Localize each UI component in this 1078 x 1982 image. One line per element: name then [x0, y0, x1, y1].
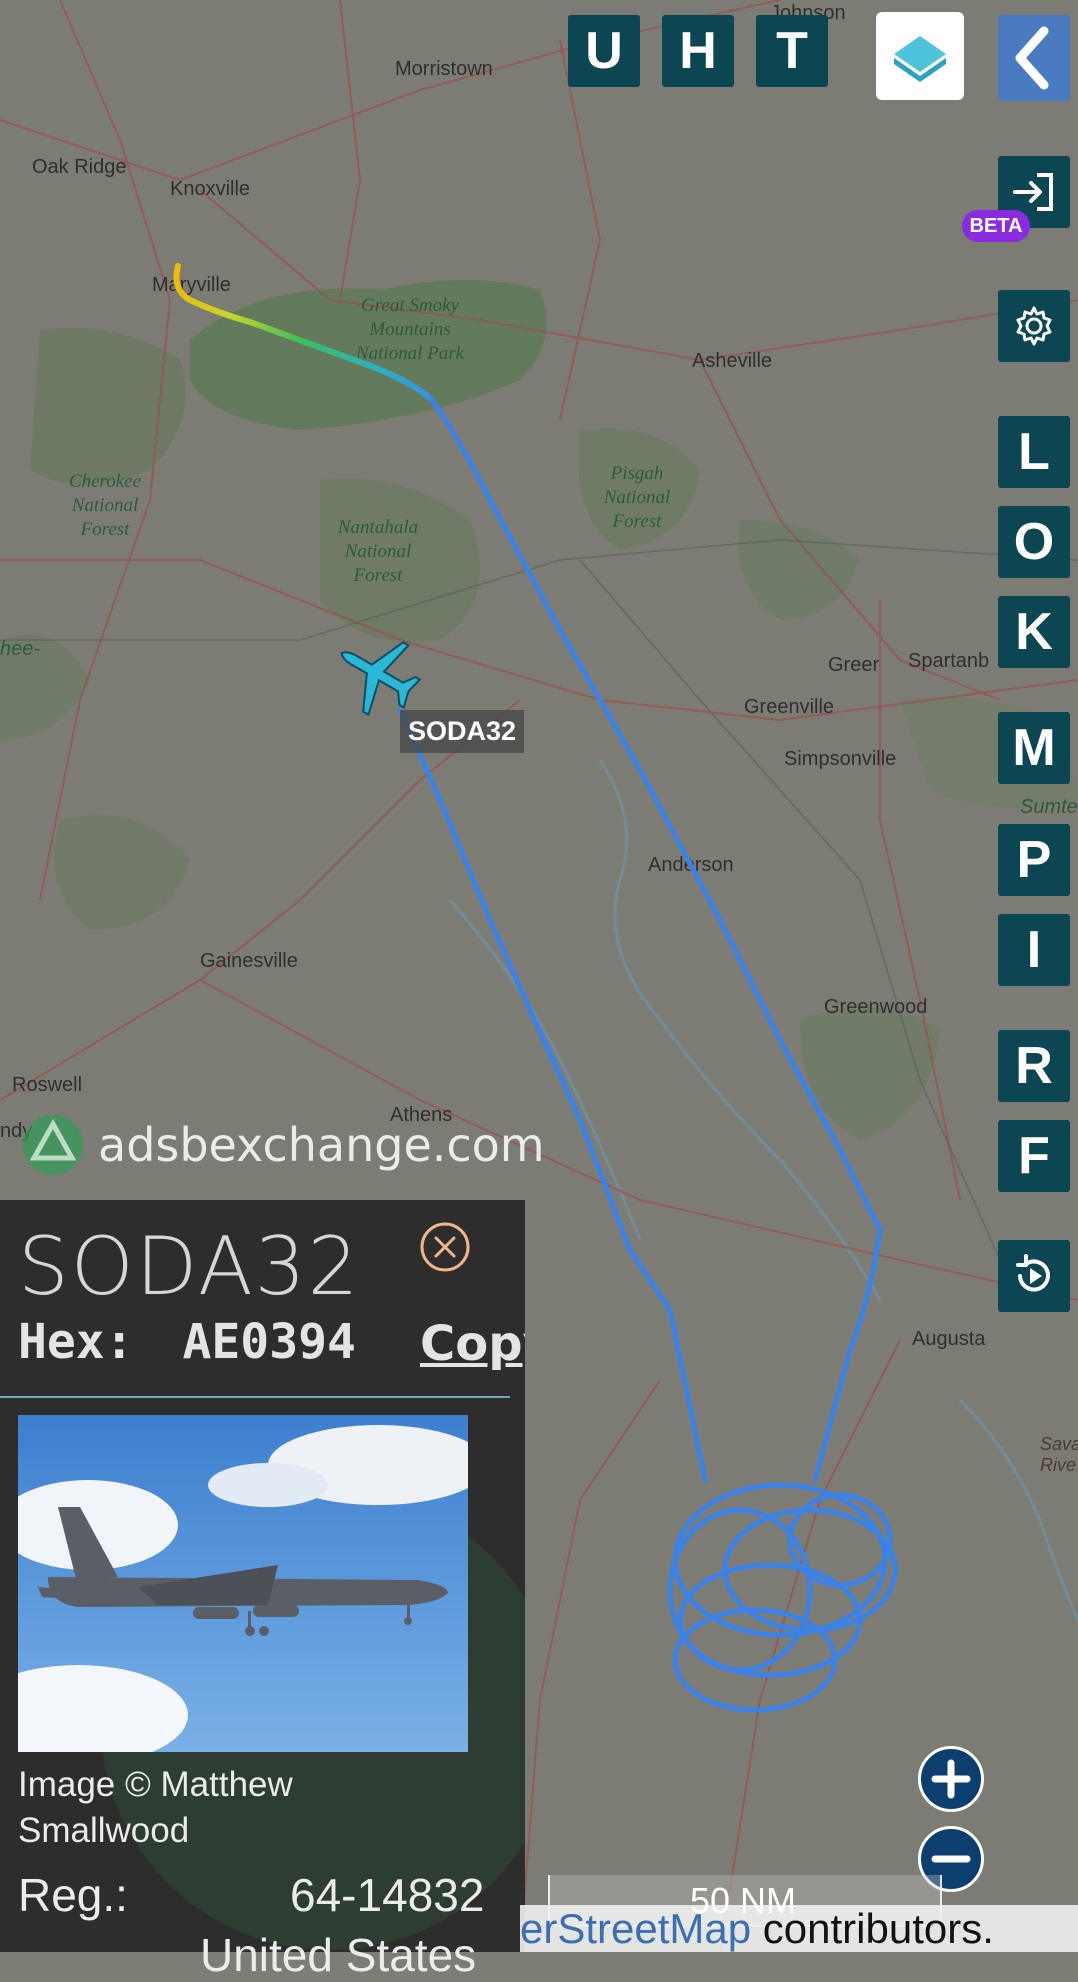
reg-label: Reg.: [18, 1869, 128, 1921]
toolbar-button-h[interactable]: H [662, 15, 734, 87]
toolbar-button-m[interactable]: M [998, 712, 1070, 784]
aircraft-photo[interactable] [18, 1415, 468, 1752]
panel-callsign: SODA32 [18, 1220, 361, 1313]
zoom-in-button[interactable] [918, 1746, 984, 1812]
layers-button[interactable] [876, 12, 964, 100]
beta-badge: BETA [962, 210, 1030, 242]
toolbar-button-k[interactable]: K [998, 596, 1070, 668]
zoom-in-icon [931, 1759, 971, 1799]
settings-button[interactable] [998, 290, 1070, 362]
toolbar-button-u[interactable]: U [568, 15, 640, 87]
toolbar-button-p[interactable]: P [998, 824, 1070, 896]
hex-row: Hex: AE0394 [18, 1314, 356, 1370]
panel-divider [0, 1396, 510, 1398]
toolbar-button-o[interactable]: O [998, 506, 1070, 578]
reg-value: 64-14832 [290, 1869, 485, 1921]
country-value: United States [200, 1929, 477, 1981]
replay-button[interactable] [998, 1240, 1070, 1312]
image-credit[interactable]: Image © Matthew Smallwood [18, 1762, 438, 1854]
replay-icon [1016, 1254, 1050, 1292]
aircraft-marker[interactable] [332, 628, 424, 720]
toolbar-button-t[interactable]: T [756, 15, 828, 87]
hex-label: Hex: [18, 1314, 134, 1370]
back-chevron-icon [1015, 26, 1049, 90]
toolbar-button-f[interactable]: F [998, 1120, 1070, 1192]
close-icon[interactable] [418, 1220, 472, 1274]
copy-hex-link[interactable]: Copy [420, 1316, 525, 1372]
toolbar-button-l[interactable]: L [998, 416, 1070, 488]
adsbexchange-logo-icon [23, 1115, 83, 1175]
layers-icon [894, 36, 946, 82]
back-button[interactable] [998, 15, 1070, 101]
hex-value: AE0394 [182, 1314, 356, 1370]
gear-icon [1016, 306, 1052, 346]
toolbar-button-r[interactable]: R [998, 1030, 1070, 1102]
copy-link-clip: Copy [420, 1316, 525, 1376]
scale-label: 50 NM [690, 1880, 797, 1921]
map-attribution[interactable]: erStreetMap contributors. [520, 1905, 1078, 1952]
aircraft-callsign-label[interactable]: SODA32 [400, 710, 525, 753]
adsbexchange-watermark: adsbexchange.com [20, 1112, 545, 1178]
toolbar-button-i[interactable]: I [998, 914, 1070, 986]
watermark-text: adsbexchange.com [98, 1118, 545, 1172]
